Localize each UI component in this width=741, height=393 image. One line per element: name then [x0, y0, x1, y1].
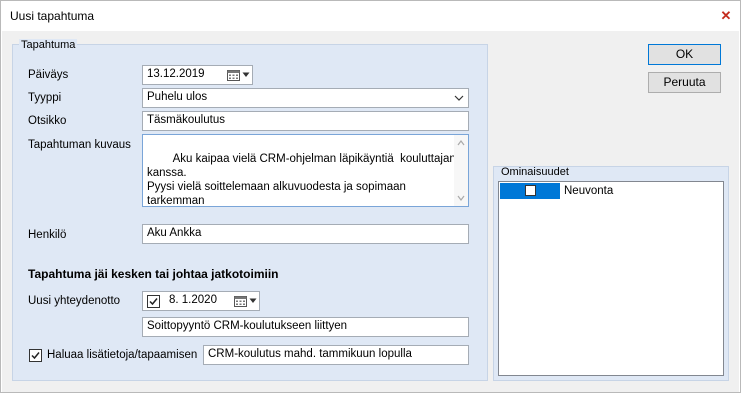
calendar-icon[interactable]: [227, 69, 240, 81]
new-contact-checkbox[interactable]: [147, 295, 160, 308]
new-contact-date: 8. 1.2020: [169, 294, 217, 306]
list-item-label: Neuvonta: [564, 185, 614, 197]
new-contact-text-input[interactable]: Soittopyyntö CRM-koulutukseen liittyen: [142, 317, 469, 337]
chevron-down-icon[interactable]: [249, 298, 257, 304]
calendar-icon[interactable]: [234, 295, 247, 307]
date-label: Päiväys: [28, 69, 69, 81]
window-title: Uusi tapahtuma: [10, 9, 95, 23]
list-item[interactable]: Neuvonta: [499, 182, 723, 200]
type-label: Tyyppi: [28, 92, 62, 104]
event-group-title: Tapahtuma: [19, 39, 78, 51]
title-bar: Uusi tapahtuma ✕: [1, 1, 740, 31]
subject-input[interactable]: Täsmäkoulutus: [142, 111, 469, 131]
checkmark-icon: [149, 298, 158, 306]
dialog-window: Uusi tapahtuma ✕ Tapahtuma Päiväys 13.12…: [0, 0, 741, 393]
more-info-label[interactable]: Haluaa lisätietoja/tapaamisen: [47, 349, 197, 361]
followup-heading: Tapahtuma jäi kesken tai johtaa jatkotoi…: [28, 267, 279, 281]
date-value: 13.12.2019: [147, 68, 205, 80]
subject-label: Otsikko: [28, 115, 67, 127]
new-contact-text: Soittopyyntö CRM-koulutukseen liittyen: [147, 320, 348, 332]
date-picker[interactable]: 13.12.2019: [142, 65, 253, 85]
chevron-down-icon[interactable]: [242, 72, 250, 78]
properties-groupbox: Ominaisuudet Neuvonta: [493, 166, 729, 381]
chevron-down-icon[interactable]: [457, 195, 465, 201]
dialog-client-area: Tapahtuma Päiväys 13.12.2019 Tyyppi Puhe…: [2, 31, 739, 392]
more-info-text-input[interactable]: CRM-koulutus mahd. tammikuun lopulla: [203, 345, 469, 365]
description-label: Tapahtuman kuvaus: [28, 139, 131, 151]
type-select[interactable]: Puhelu ulos: [142, 88, 469, 108]
description-textarea[interactable]: Aku kaipaa vielä CRM-ohjelman läpikäynti…: [142, 134, 469, 207]
chevron-down-icon: [454, 95, 464, 101]
description-value: Aku kaipaa vielä CRM-ohjelman läpikäynti…: [147, 153, 456, 207]
chevron-up-icon[interactable]: [457, 140, 465, 146]
ok-button[interactable]: OK: [648, 44, 721, 65]
close-icon[interactable]: ✕: [718, 8, 734, 24]
type-value: Puhelu ulos: [147, 91, 208, 103]
subject-value: Täsmäkoulutus: [147, 114, 225, 126]
cancel-button[interactable]: Peruuta: [648, 72, 721, 93]
new-contact-date-picker[interactable]: 8. 1.2020: [142, 291, 260, 311]
person-value: Aku Ankka: [147, 227, 202, 239]
list-item-checkbox[interactable]: [525, 185, 536, 196]
properties-title: Ominaisuudet: [501, 166, 569, 178]
person-input[interactable]: Aku Ankka: [142, 224, 469, 244]
properties-list[interactable]: Neuvonta: [498, 181, 724, 376]
more-info-checkbox[interactable]: [29, 349, 42, 362]
checkmark-icon: [31, 352, 40, 360]
more-info-text: CRM-koulutus mahd. tammikuun lopulla: [208, 348, 412, 360]
person-label: Henkilö: [28, 229, 67, 241]
description-scrollbar[interactable]: [454, 135, 468, 206]
new-contact-label: Uusi yhteydenotto: [28, 295, 121, 307]
event-groupbox: Tapahtuma Päiväys 13.12.2019 Tyyppi Puhe…: [12, 39, 488, 381]
